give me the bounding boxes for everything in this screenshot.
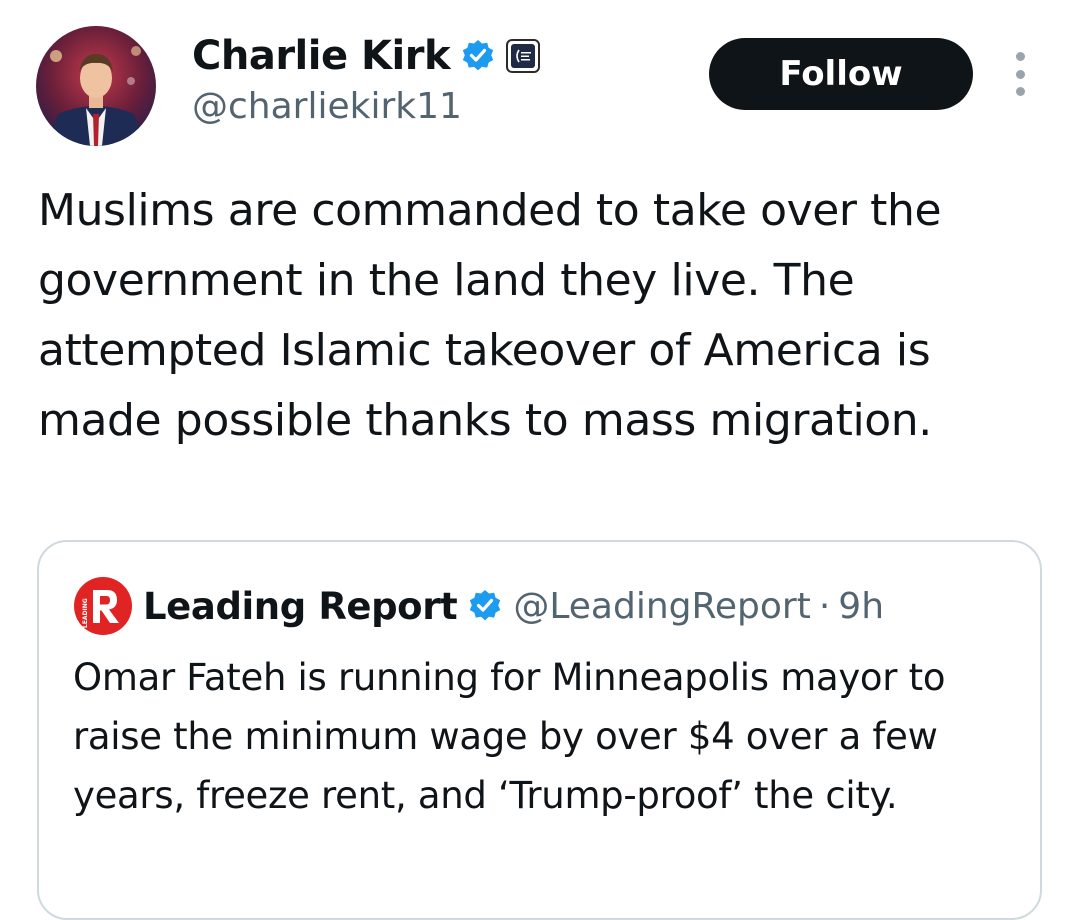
tweet-text: Muslims are commanded to take over the g… <box>38 185 942 446</box>
avatar-image <box>36 26 156 146</box>
quoted-tweet-header: LEADING Leading Report @LeadingReport · … <box>73 576 884 636</box>
quoted-tweet-timestamp[interactable]: 9h <box>838 586 884 627</box>
more-options-dot <box>1015 87 1025 96</box>
meta-separator: · <box>818 585 831 627</box>
quoted-tweet-card[interactable]: LEADING Leading Report @LeadingReport · … <box>37 540 1042 920</box>
organization-affiliate-badge-icon[interactable] <box>506 39 541 73</box>
author-handle[interactable]: @charliekirk11 <box>192 86 462 127</box>
quoted-tweet-text: Omar Fateh is running for Minneapolis ma… <box>73 656 946 817</box>
more-options-dot <box>1015 69 1025 79</box>
quoted-tweet-meta: @LeadingReport · 9h <box>513 586 884 627</box>
quoted-tweet-handle[interactable]: @LeadingReport <box>513 586 811 627</box>
more-options-icon[interactable] <box>1006 52 1034 96</box>
leading-report-logo-icon[interactable]: LEADING <box>73 576 133 636</box>
author-avatar[interactable] <box>36 26 156 146</box>
verified-badge-icon[interactable] <box>467 588 503 624</box>
follow-button[interactable]: Follow <box>709 38 973 110</box>
author-display-name[interactable]: Charlie Kirk <box>192 33 451 79</box>
more-options-dot <box>1015 52 1025 61</box>
svg-text:LEADING: LEADING <box>82 598 89 628</box>
verified-badge-icon[interactable] <box>460 38 496 74</box>
author-name-row: Charlie Kirk <box>192 30 541 82</box>
quoted-tweet-display-name[interactable]: Leading Report <box>143 585 458 628</box>
